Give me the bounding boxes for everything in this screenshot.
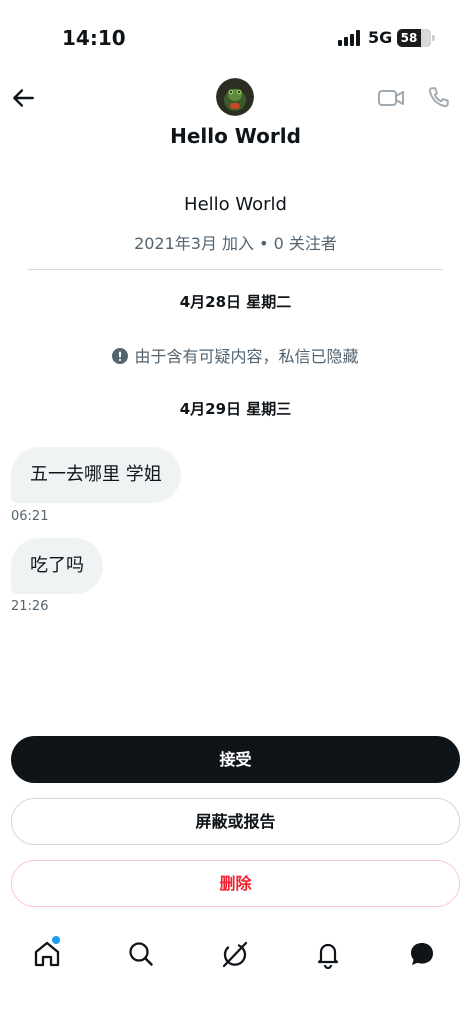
profile-name[interactable]: Hello World (0, 194, 471, 215)
conversation-title: Hello World (170, 124, 301, 148)
search-icon[interactable] (126, 939, 156, 969)
status-bar: 14:10 5G 58 (0, 0, 471, 76)
messages-icon[interactable] (407, 939, 437, 969)
network-type: 5G (368, 28, 393, 47)
message-time: 21:26 (11, 599, 49, 614)
alert-icon (112, 348, 129, 364)
status-time: 14:10 (62, 26, 126, 50)
hidden-message-notice: 由于含有可疑内容，私信已隐藏 (0, 343, 471, 367)
divider (28, 269, 443, 270)
battery-level: 58 (400, 31, 418, 45)
battery-icon: 58 (397, 29, 431, 47)
accept-button[interactable]: 接受 (11, 736, 460, 783)
hidden-message-text: 由于含有可疑内容，私信已隐藏 (134, 347, 359, 366)
video-call-icon[interactable] (377, 85, 405, 111)
date-separator: 4月28日 星期二 (179, 293, 292, 311)
delete-button[interactable]: 删除 (11, 860, 460, 907)
battery-cap (432, 35, 435, 41)
signal-icon (338, 30, 360, 46)
back-arrow-icon[interactable] (10, 85, 36, 111)
message-time: 06:21 (11, 509, 49, 524)
grok-icon[interactable] (219, 939, 249, 969)
message-bubble[interactable]: 吃了吗 (11, 538, 103, 594)
block-report-button[interactable]: 屏蔽或报告 (11, 798, 460, 845)
notification-dot (52, 936, 60, 944)
date-separator: 4月29日 星期三 (179, 400, 292, 418)
avatar[interactable] (216, 78, 254, 116)
message-bubble[interactable]: 五一去哪里 学姐 (11, 447, 181, 503)
notifications-icon[interactable] (313, 939, 343, 969)
phone-icon[interactable] (425, 85, 451, 111)
profile-meta: 2021年3月 加入 • 0 关注者 (134, 234, 337, 253)
